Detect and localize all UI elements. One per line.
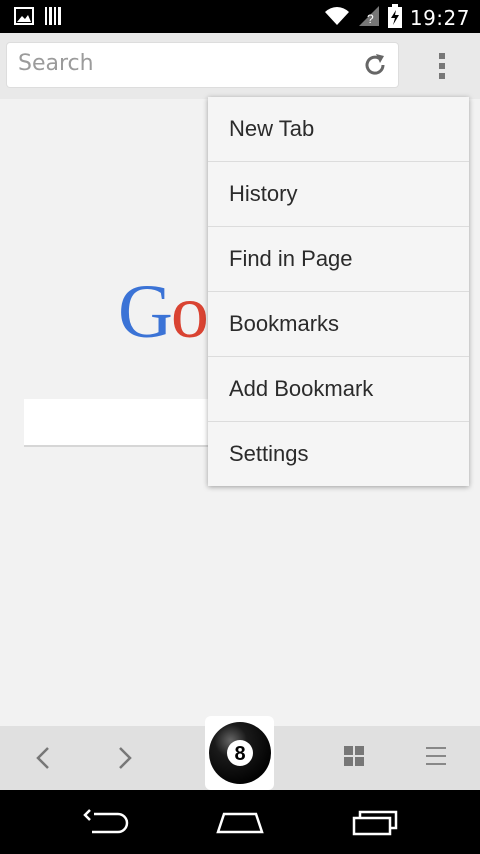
menu-item-bookmarks[interactable]: Bookmarks — [208, 292, 469, 357]
status-bar: ? 19:27 — [0, 0, 480, 33]
logo-letter: o — [170, 270, 209, 354]
overflow-menu-icon[interactable] — [437, 51, 447, 85]
menu-item-label: New Tab — [229, 116, 315, 141]
eight-ball-number: 8 — [234, 743, 245, 765]
tabs-grid-icon[interactable] — [344, 746, 364, 770]
search-input[interactable]: Search — [7, 43, 398, 87]
menu-item-find-in-page[interactable]: Find in Page — [208, 227, 469, 292]
image-icon — [14, 7, 34, 29]
eight-ball-button[interactable]: 8 — [205, 716, 274, 790]
menu-item-label: History — [229, 181, 298, 206]
logo-letter: G — [118, 270, 173, 354]
reload-icon[interactable] — [362, 52, 388, 82]
menu-item-history[interactable]: History — [208, 162, 469, 227]
menu-item-new-tab[interactable]: New Tab — [208, 97, 469, 162]
google-logo: Go — [118, 274, 209, 350]
forward-icon[interactable] — [116, 744, 134, 776]
eight-ball-icon: 8 — [207, 720, 273, 790]
menu-item-label: Add Bookmark — [229, 376, 374, 401]
bottom-toolbar: 8 — [0, 716, 480, 790]
nav-recents-icon[interactable] — [350, 808, 398, 842]
nav-back-icon[interactable] — [82, 808, 130, 842]
status-time: 19:27 — [409, 6, 470, 30]
list-menu-icon[interactable] — [426, 746, 446, 770]
search-placeholder: Search — [18, 51, 94, 76]
back-icon[interactable] — [34, 744, 52, 776]
barcode-icon — [44, 6, 62, 30]
overflow-menu: New Tab History Find in Page Bookmarks A… — [208, 97, 469, 486]
menu-item-label: Settings — [229, 441, 309, 466]
browser-toolbar: Search — [0, 33, 480, 99]
android-nav-bar — [0, 790, 480, 854]
signal-icon: ? — [358, 5, 380, 31]
menu-item-label: Bookmarks — [229, 311, 340, 336]
svg-text:?: ? — [367, 12, 374, 26]
menu-item-label: Find in Page — [229, 246, 353, 271]
menu-item-add-bookmark[interactable]: Add Bookmark — [208, 357, 469, 422]
battery-charging-icon — [387, 4, 402, 32]
wifi-icon — [324, 5, 350, 31]
nav-home-icon[interactable] — [214, 808, 266, 842]
menu-item-settings[interactable]: Settings — [208, 422, 469, 486]
